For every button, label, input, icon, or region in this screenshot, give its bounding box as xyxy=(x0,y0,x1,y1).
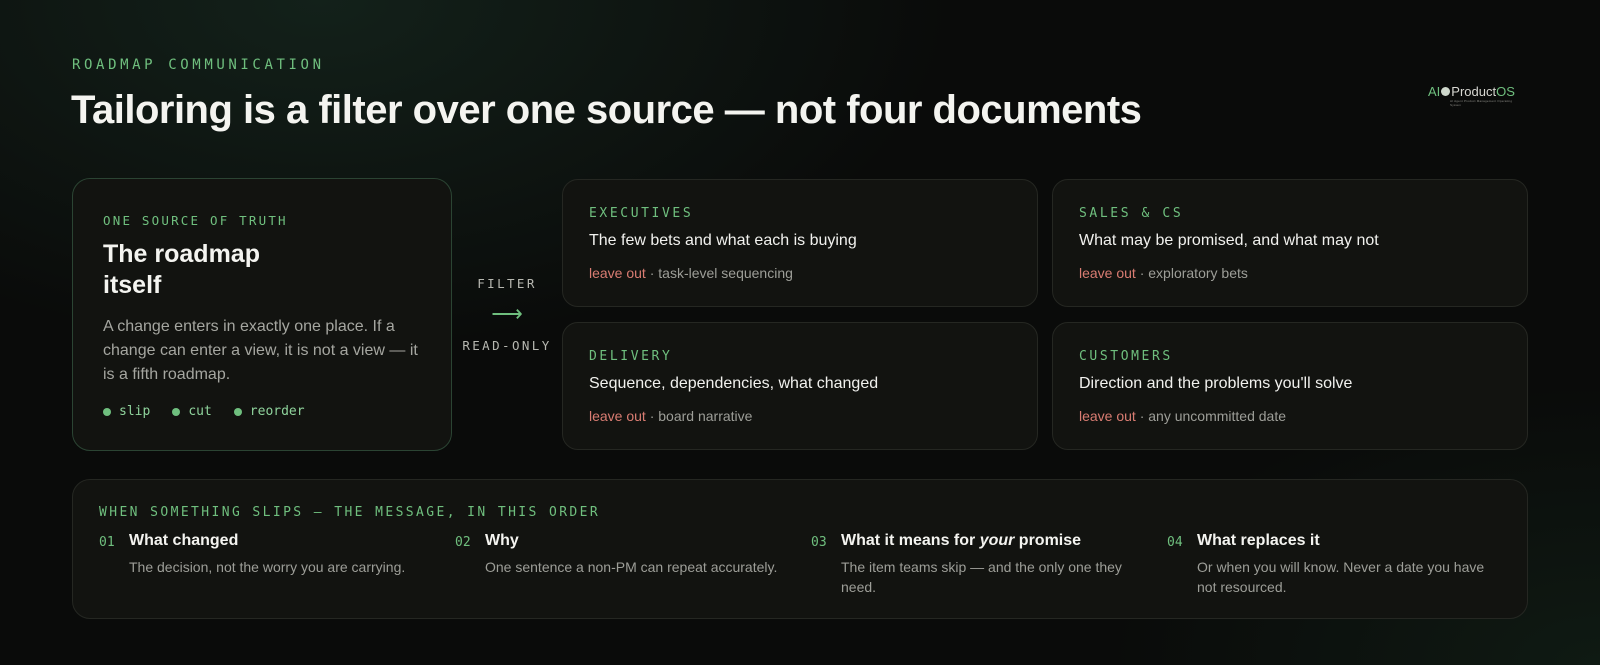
tag-reorder: reorder xyxy=(233,404,305,419)
logo-prefix: AI xyxy=(1428,84,1441,99)
dot-icon xyxy=(172,407,181,416)
audience-eyebrow: DELIVERY xyxy=(589,349,673,364)
change-tags: slip cut reorder xyxy=(103,404,305,419)
audience-leave-out: leave out · task-level sequencing xyxy=(589,265,793,281)
step-description: Or when you will know. Never a date you … xyxy=(1197,559,1485,595)
step-title: Why xyxy=(485,532,519,549)
source-eyebrow: ONE SOURCE OF TRUTH xyxy=(103,213,288,228)
step-number: 03 xyxy=(811,535,827,550)
audience-card-customers: CUSTOMERS Direction and the problems you… xyxy=(1052,322,1528,450)
leave-out-label: leave out xyxy=(589,408,646,424)
source-title: The roadmap itself xyxy=(103,240,260,299)
page-title: Tailoring is a filter over one source — … xyxy=(71,88,1142,132)
audience-leave-out: leave out · any uncommitted date xyxy=(1079,408,1286,424)
step-number: 01 xyxy=(99,535,115,550)
read-only-label: READ-ONLY xyxy=(462,338,552,353)
step-title: What replaces it xyxy=(1197,532,1320,549)
tag-label: cut xyxy=(188,404,212,419)
leave-out-label: leave out xyxy=(589,265,646,281)
dot-icon xyxy=(233,407,242,416)
step-description: The decision, not the worry you are carr… xyxy=(129,559,406,575)
source-body: A change enters in exactly one place. If… xyxy=(103,318,418,383)
step-number: 02 xyxy=(455,535,471,550)
audience-eyebrow: SALES & CS xyxy=(1079,206,1184,221)
source-of-truth-card: ONE SOURCE OF TRUTH The roadmap itself A… xyxy=(72,178,452,451)
arrow-right-icon: ⟶ xyxy=(491,301,523,326)
audience-headline: Direction and the problems you'll solve xyxy=(1079,375,1353,392)
brand-logo: AI Product OS AI Agent Product Managemen… xyxy=(1428,84,1520,107)
audience-headline: The few bets and what each is buying xyxy=(589,232,857,249)
logo-tagline: AI Agent Product Management Operating Sy… xyxy=(1450,99,1513,107)
step-title: What it means for your promise xyxy=(841,532,1082,549)
audience-leave-out: leave out · exploratory bets xyxy=(1079,265,1248,281)
audience-leave-out: leave out · board narrative xyxy=(589,408,752,424)
leave-out-label: leave out xyxy=(1079,408,1136,424)
step-description: One sentence a non-PM can repeat accurat… xyxy=(485,559,778,575)
audience-headline: Sequence, dependencies, what changed xyxy=(589,375,879,392)
step-description: The item teams skip — and the only one t… xyxy=(841,559,1122,595)
audience-card-sales-cs: SALES & CS What may be promised, and wha… xyxy=(1052,179,1528,307)
step-number: 04 xyxy=(1167,535,1183,550)
slip-message-card: WHEN SOMETHING SLIPS — THE MESSAGE, IN T… xyxy=(72,479,1528,619)
tag-label: slip xyxy=(119,404,151,419)
filter-label: FILTER xyxy=(477,276,537,291)
audience-eyebrow: CUSTOMERS xyxy=(1079,349,1173,364)
leave-out-value: · task-level sequencing xyxy=(645,265,793,281)
audience-eyebrow: EXECUTIVES xyxy=(589,206,694,221)
tag-cut: cut xyxy=(172,404,212,419)
logo-mark-icon xyxy=(1441,87,1451,96)
logo-suffix: OS xyxy=(1496,84,1515,99)
dot-icon xyxy=(103,407,111,416)
leave-out-label: leave out xyxy=(1079,265,1136,281)
section-eyebrow: ROADMAP COMMUNICATION xyxy=(72,57,325,73)
leave-out-value: · board narrative xyxy=(645,408,753,424)
audience-card-executives: EXECUTIVES The few bets and what each is… xyxy=(562,179,1038,307)
slip-eyebrow: WHEN SOMETHING SLIPS — THE MESSAGE, IN T… xyxy=(99,505,601,520)
step-title: What changed xyxy=(129,532,239,549)
audience-card-delivery: DELIVERY Sequence, dependencies, what ch… xyxy=(562,322,1038,450)
leave-out-value: · exploratory bets xyxy=(1135,265,1248,281)
tag-label: reorder xyxy=(249,404,305,419)
leave-out-value: · any uncommitted date xyxy=(1135,408,1287,424)
audience-headline: What may be promised, and what may not xyxy=(1079,232,1379,249)
tag-slip: slip xyxy=(103,404,150,419)
logo-name: Product xyxy=(1451,84,1497,99)
